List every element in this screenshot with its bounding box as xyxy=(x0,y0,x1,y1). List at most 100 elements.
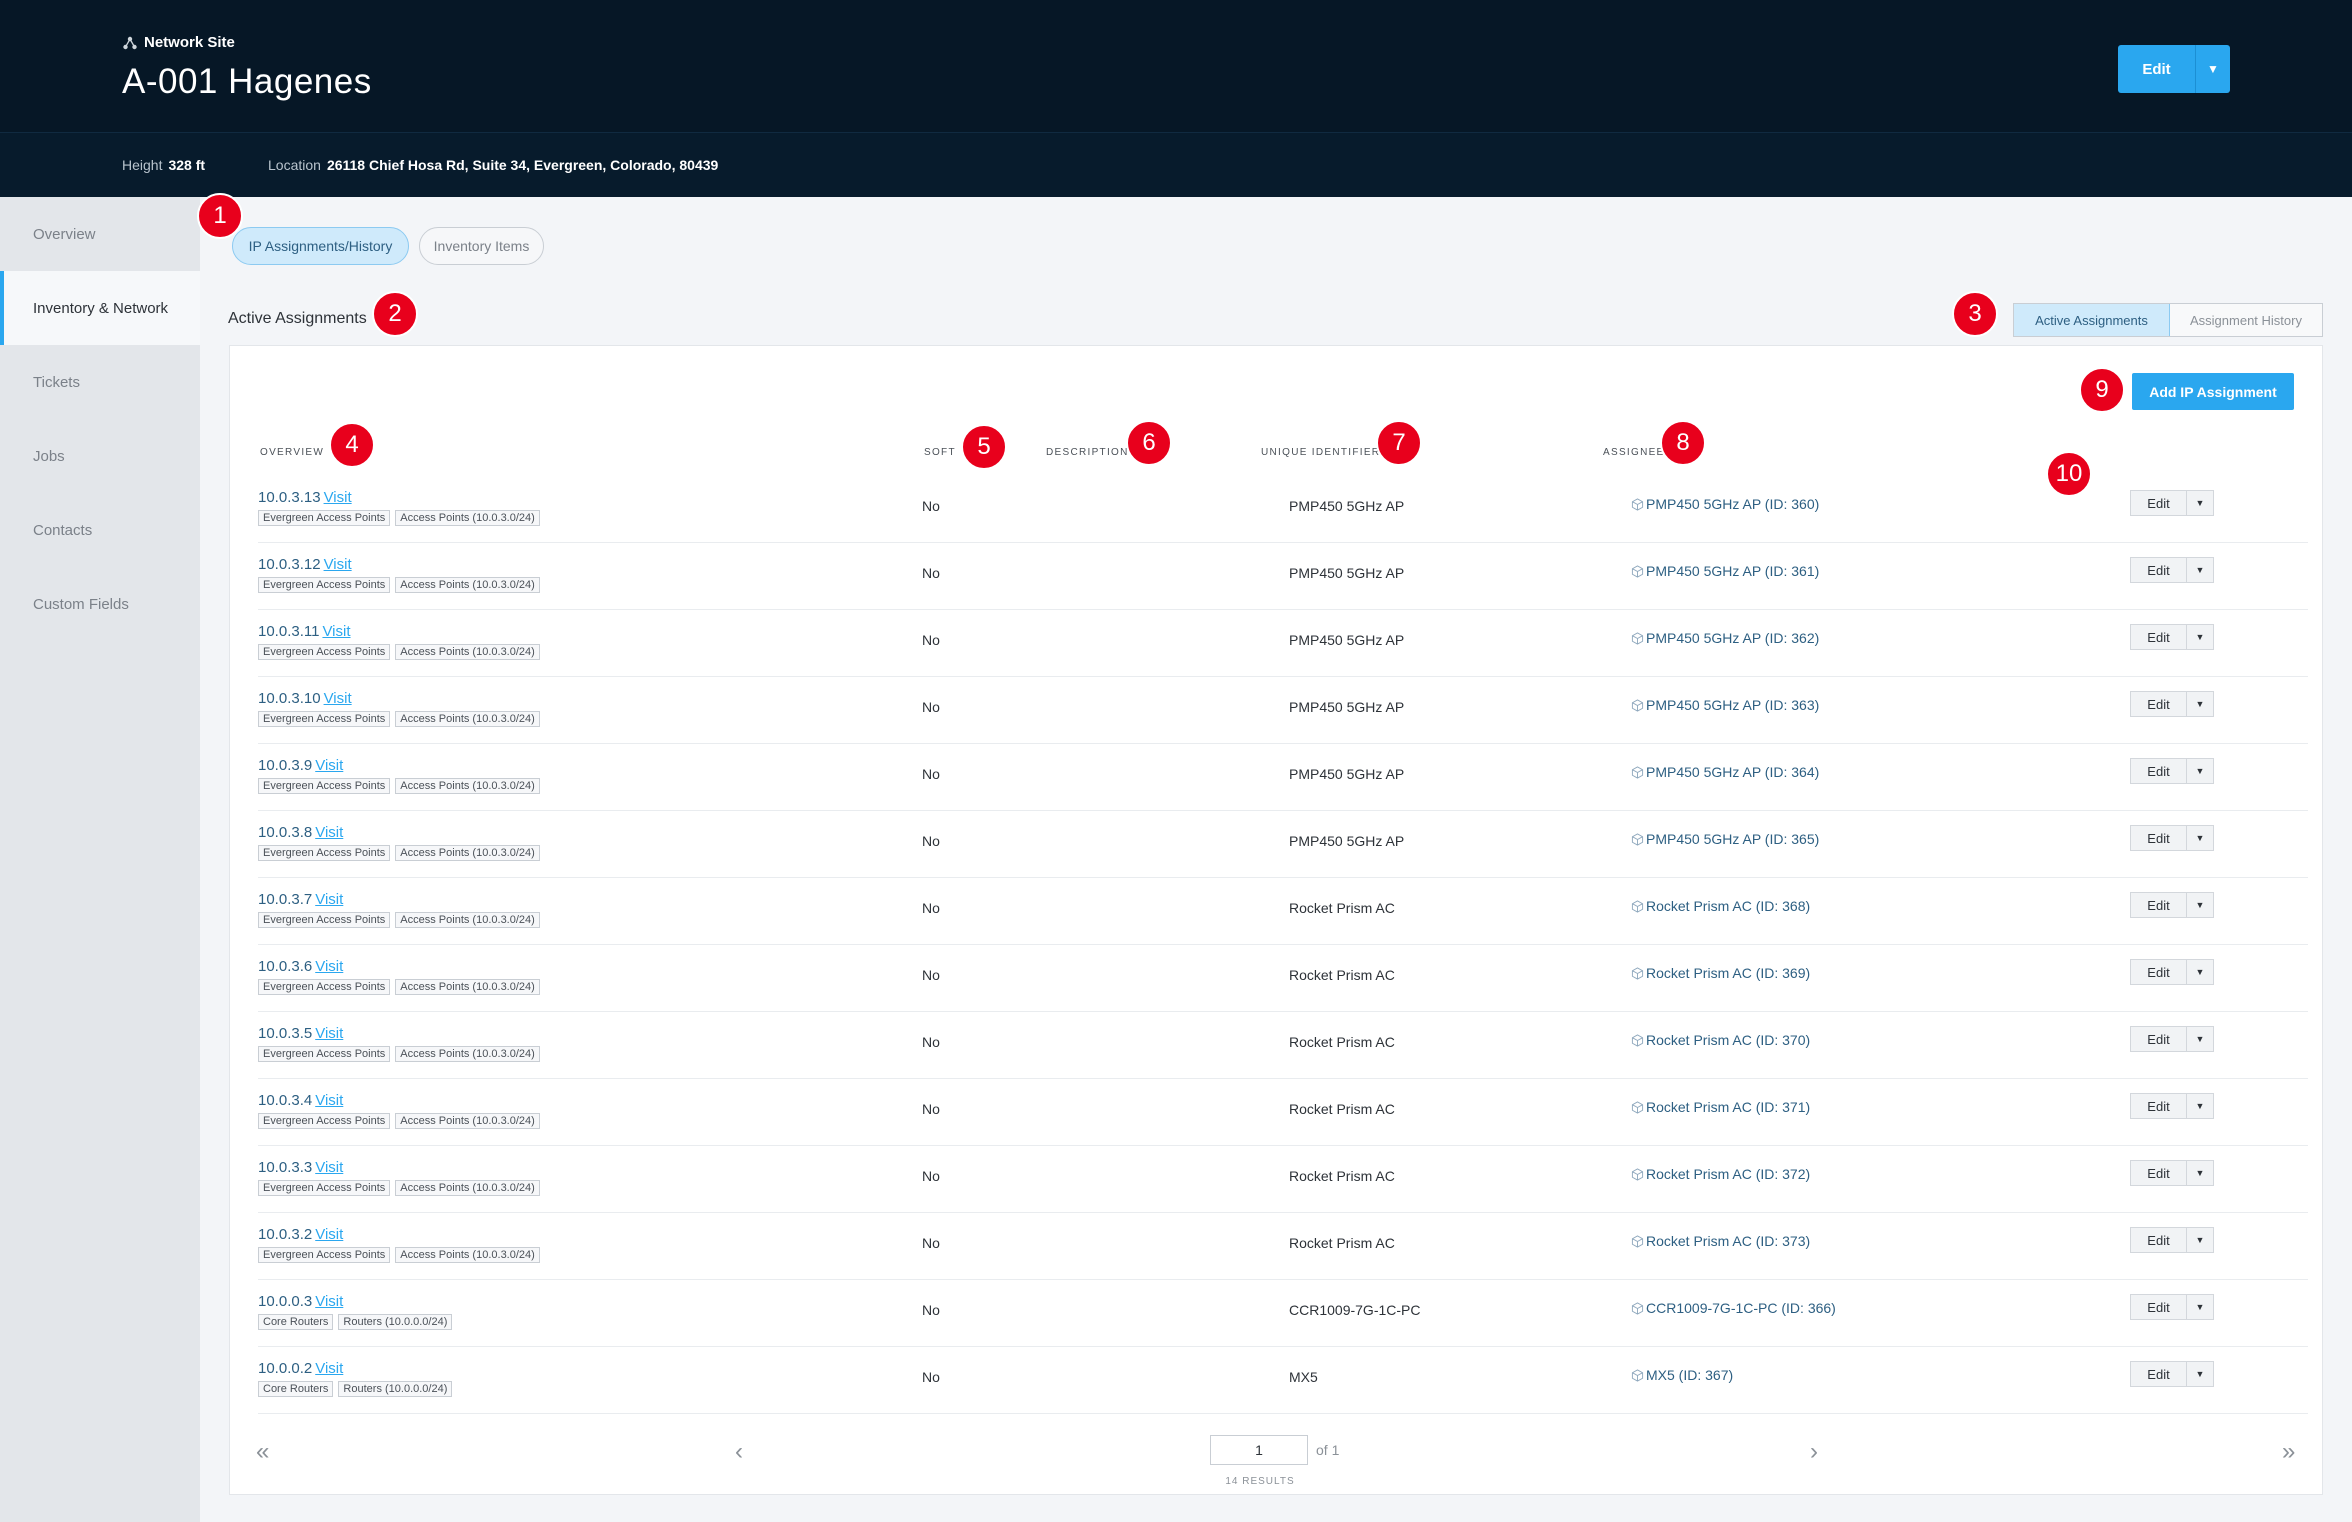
chevron-down-icon[interactable]: ▼ xyxy=(2187,1161,2213,1185)
ip-address-link[interactable]: 10.0.3.13 Visit xyxy=(258,489,352,506)
assignee-name[interactable]: Rocket Prism AC (ID: 373) xyxy=(1646,1233,1810,1249)
chevron-down-icon[interactable]: ▼ xyxy=(2187,759,2213,783)
visit-link[interactable]: Visit xyxy=(324,556,352,573)
assignee-name[interactable]: CCR1009-7G-1C-PC (ID: 366) xyxy=(1646,1300,1836,1316)
ip-address[interactable]: 10.0.3.8 xyxy=(258,824,312,841)
ip-address[interactable]: 10.0.3.13 xyxy=(258,489,321,506)
assignee-link[interactable]: Rocket Prism AC (ID: 372) xyxy=(1631,1166,1810,1182)
subnet-tag[interactable]: Evergreen Access Points xyxy=(258,1247,391,1263)
row-edit-split-button[interactable]: Edit ▼ xyxy=(2130,1160,2214,1186)
ip-address[interactable]: 10.0.3.7 xyxy=(258,891,312,908)
assignee-link[interactable]: Rocket Prism AC (ID: 368) xyxy=(1631,898,1810,914)
active-assignments-toggle[interactable]: Active Assignments xyxy=(2014,304,2170,336)
assignee-name[interactable]: Rocket Prism AC (ID: 368) xyxy=(1646,898,1810,914)
visit-link[interactable]: Visit xyxy=(324,489,352,506)
assignee-link[interactable]: PMP450 5GHz AP (ID: 360) xyxy=(1631,496,1819,512)
site-edit-split-button[interactable]: Edit ▼ xyxy=(2118,45,2230,93)
row-edit-button[interactable]: Edit xyxy=(2131,893,2187,917)
row-edit-split-button[interactable]: Edit ▼ xyxy=(2130,1026,2214,1052)
row-edit-button[interactable]: Edit xyxy=(2131,826,2187,850)
assignee-name[interactable]: PMP450 5GHz AP (ID: 365) xyxy=(1646,831,1819,847)
subnet-tag[interactable]: Access Points (10.0.3.0/24) xyxy=(395,1180,540,1196)
chevron-down-icon[interactable]: ▼ xyxy=(2187,491,2213,515)
ip-address-link[interactable]: 10.0.3.9 Visit xyxy=(258,757,343,774)
ip-address[interactable]: 10.0.3.4 xyxy=(258,1092,312,1109)
row-edit-button[interactable]: Edit xyxy=(2131,759,2187,783)
subnet-tag[interactable]: Access Points (10.0.3.0/24) xyxy=(395,1046,540,1062)
subnet-tag[interactable]: Evergreen Access Points xyxy=(258,510,391,526)
chevron-down-icon[interactable]: ▼ xyxy=(2187,558,2213,582)
subnet-tag[interactable]: Access Points (10.0.3.0/24) xyxy=(395,510,540,526)
subnet-tag[interactable]: Access Points (10.0.3.0/24) xyxy=(395,1247,540,1263)
ip-address-link[interactable]: 10.0.3.5 Visit xyxy=(258,1025,343,1042)
add-ip-assignment-button[interactable]: Add IP Assignment xyxy=(2132,373,2294,410)
subnet-tag[interactable]: Evergreen Access Points xyxy=(258,778,391,794)
visit-link[interactable]: Visit xyxy=(315,1226,343,1243)
subnet-tag[interactable]: Evergreen Access Points xyxy=(258,1180,391,1196)
assignee-name[interactable]: PMP450 5GHz AP (ID: 364) xyxy=(1646,764,1819,780)
ip-address-link[interactable]: 10.0.3.7 Visit xyxy=(258,891,343,908)
sidebar-item-jobs[interactable]: Jobs xyxy=(0,419,200,493)
ip-address[interactable]: 10.0.3.10 xyxy=(258,690,321,707)
ip-address-link[interactable]: 10.0.3.8 Visit xyxy=(258,824,343,841)
row-edit-split-button[interactable]: Edit ▼ xyxy=(2130,557,2214,583)
row-edit-button[interactable]: Edit xyxy=(2131,1027,2187,1051)
chevron-down-icon[interactable]: ▼ xyxy=(2187,1228,2213,1252)
assignee-name[interactable]: PMP450 5GHz AP (ID: 362) xyxy=(1646,630,1819,646)
subnet-tag[interactable]: Core Routers xyxy=(258,1314,334,1330)
chevron-down-icon[interactable]: ▼ xyxy=(2187,625,2213,649)
row-edit-split-button[interactable]: Edit ▼ xyxy=(2130,1227,2214,1253)
row-edit-button[interactable]: Edit xyxy=(2131,491,2187,515)
ip-address-link[interactable]: 10.0.3.11 Visit xyxy=(258,623,351,640)
visit-link[interactable]: Visit xyxy=(315,958,343,975)
subnet-tag[interactable]: Evergreen Access Points xyxy=(258,1113,391,1129)
ip-address-link[interactable]: 10.0.3.12 Visit xyxy=(258,556,352,573)
visit-link[interactable]: Visit xyxy=(315,824,343,841)
row-edit-split-button[interactable]: Edit ▼ xyxy=(2130,624,2214,650)
visit-link[interactable]: Visit xyxy=(324,690,352,707)
visit-link[interactable]: Visit xyxy=(315,1092,343,1109)
sidebar-item-tickets[interactable]: Tickets xyxy=(0,345,200,419)
assignee-link[interactable]: PMP450 5GHz AP (ID: 365) xyxy=(1631,831,1819,847)
ip-address-link[interactable]: 10.0.3.10 Visit xyxy=(258,690,352,707)
assignee-name[interactable]: PMP450 5GHz AP (ID: 360) xyxy=(1646,496,1819,512)
assignee-link[interactable]: Rocket Prism AC (ID: 369) xyxy=(1631,965,1810,981)
visit-link[interactable]: Visit xyxy=(315,757,343,774)
ip-address-link[interactable]: 10.0.0.3 Visit xyxy=(258,1293,343,1310)
chevron-down-icon[interactable]: ▼ xyxy=(2187,1027,2213,1051)
subnet-tag[interactable]: Evergreen Access Points xyxy=(258,979,391,995)
chevron-down-icon[interactable]: ▼ xyxy=(2187,960,2213,984)
assignee-link[interactable]: PMP450 5GHz AP (ID: 361) xyxy=(1631,563,1819,579)
subnet-tag[interactable]: Routers (10.0.0.0/24) xyxy=(338,1381,453,1397)
assignee-link[interactable]: MX5 (ID: 367) xyxy=(1631,1367,1733,1383)
row-edit-button[interactable]: Edit xyxy=(2131,1295,2187,1319)
assignee-link[interactable]: Rocket Prism AC (ID: 370) xyxy=(1631,1032,1810,1048)
subnet-tag[interactable]: Access Points (10.0.3.0/24) xyxy=(395,778,540,794)
assignee-link[interactable]: Rocket Prism AC (ID: 373) xyxy=(1631,1233,1810,1249)
subnet-tag[interactable]: Evergreen Access Points xyxy=(258,845,391,861)
ip-address-link[interactable]: 10.0.3.2 Visit xyxy=(258,1226,343,1243)
row-edit-button[interactable]: Edit xyxy=(2131,1362,2187,1386)
assignee-name[interactable]: PMP450 5GHz AP (ID: 363) xyxy=(1646,697,1819,713)
tab-inventory-items[interactable]: Inventory Items xyxy=(419,227,544,265)
ip-address[interactable]: 10.0.3.5 xyxy=(258,1025,312,1042)
assignee-name[interactable]: Rocket Prism AC (ID: 370) xyxy=(1646,1032,1810,1048)
page-number-input[interactable]: 1 xyxy=(1210,1435,1308,1465)
assignee-name[interactable]: Rocket Prism AC (ID: 371) xyxy=(1646,1099,1810,1115)
assignee-name[interactable]: PMP450 5GHz AP (ID: 361) xyxy=(1646,563,1819,579)
assignee-link[interactable]: PMP450 5GHz AP (ID: 364) xyxy=(1631,764,1819,780)
ip-address[interactable]: 10.0.3.2 xyxy=(258,1226,312,1243)
visit-link[interactable]: Visit xyxy=(315,1293,343,1310)
chevron-down-icon[interactable]: ▼ xyxy=(2187,1362,2213,1386)
sidebar-item-custom-fields[interactable]: Custom Fields xyxy=(0,567,200,641)
row-edit-button[interactable]: Edit xyxy=(2131,960,2187,984)
ip-address[interactable]: 10.0.3.12 xyxy=(258,556,321,573)
sidebar-item-contacts[interactable]: Contacts xyxy=(0,493,200,567)
assignee-name[interactable]: Rocket Prism AC (ID: 372) xyxy=(1646,1166,1810,1182)
assignee-name[interactable]: MX5 (ID: 367) xyxy=(1646,1367,1733,1383)
row-edit-split-button[interactable]: Edit ▼ xyxy=(2130,959,2214,985)
ip-address-link[interactable]: 10.0.3.6 Visit xyxy=(258,958,343,975)
subnet-tag[interactable]: Routers (10.0.0.0/24) xyxy=(338,1314,453,1330)
row-edit-split-button[interactable]: Edit ▼ xyxy=(2130,490,2214,516)
subnet-tag[interactable]: Access Points (10.0.3.0/24) xyxy=(395,912,540,928)
